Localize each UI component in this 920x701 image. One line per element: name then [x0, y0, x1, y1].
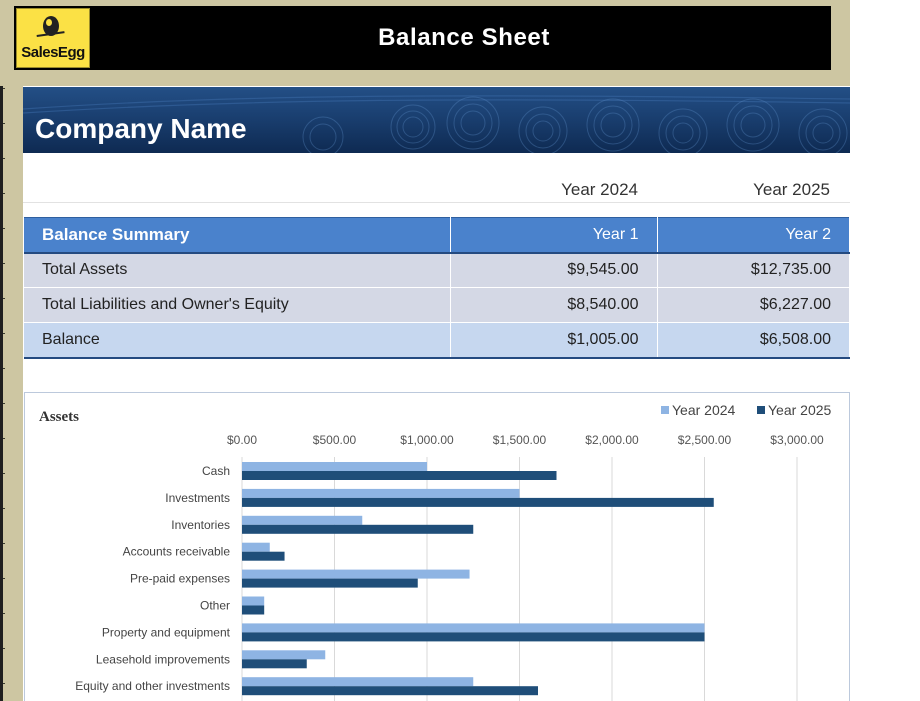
- cell-year1[interactable]: $8,540.00: [450, 287, 658, 323]
- bar: [242, 569, 470, 579]
- legend-swatch: [757, 406, 765, 414]
- bar: [242, 471, 557, 480]
- table-row-total-assets: Total Assets $9,545.00 $12,735.00: [24, 252, 850, 288]
- bar: [242, 605, 265, 615]
- bar: [242, 497, 714, 507]
- bar: [242, 515, 363, 525]
- company-banner: Company Name: [23, 87, 850, 153]
- category-label: Inventories: [171, 518, 230, 532]
- bar: [242, 524, 474, 534]
- logo-mark: [36, 31, 66, 43]
- cell-year1[interactable]: $1,005.00: [450, 322, 658, 359]
- bar: [242, 659, 307, 669]
- cell-year1[interactable]: $9,545.00: [450, 252, 658, 288]
- legend-entry: Year 2024: [672, 402, 736, 418]
- category-label: Leasehold improvements: [96, 652, 230, 666]
- cell-year2[interactable]: $12,735.00: [657, 252, 850, 288]
- page-title: Balance Sheet: [378, 24, 550, 51]
- category-label: Property and equipment: [102, 625, 231, 639]
- worksheet-left-rail: [0, 0, 23, 701]
- assets-chart-canvas: Assets $0.00 $500.00 $1,000.00 $1,500.00 $2,0…: [39, 402, 832, 701]
- balance-summary-table: Balance Summary Year 1 Year 2 Total Asse…: [24, 217, 850, 359]
- x-tick-label: $2,000.00: [585, 433, 639, 447]
- bar: [242, 578, 418, 588]
- year-header-right[interactable]: Year 2025: [650, 180, 830, 200]
- year-header-rule: [23, 202, 850, 203]
- table-row-balance: Balance $1,005.00 $6,508.00: [24, 322, 850, 359]
- bar: [242, 488, 520, 498]
- x-tick-label: $1,000.00: [400, 433, 454, 447]
- table-row-total-liabilities: Total Liabilities and Owner's Equity $8,…: [24, 287, 850, 323]
- x-tick-label: $3,000.00: [770, 433, 824, 447]
- bar: [242, 462, 427, 471]
- column-header-balance-summary[interactable]: Balance Summary: [24, 217, 451, 254]
- bar: [242, 686, 538, 696]
- row-label[interactable]: Balance: [24, 322, 451, 359]
- worksheet-edge: [0, 0, 3, 701]
- category-label: Cash: [202, 464, 230, 478]
- legend-swatch: [661, 406, 669, 414]
- table-header-row: Balance Summary Year 1 Year 2: [24, 217, 850, 254]
- salesegg-logo: SalesEgg: [16, 8, 90, 68]
- bar: [242, 677, 474, 687]
- bar: [242, 596, 265, 606]
- bar: [242, 542, 270, 552]
- legend-entry: Year 2025: [768, 402, 832, 418]
- category-label: Pre-paid expenses: [130, 572, 230, 586]
- x-tick-label: $1,500.00: [493, 433, 547, 447]
- year-header-left[interactable]: Year 2024: [458, 180, 638, 200]
- column-header-year2[interactable]: Year 2: [657, 217, 850, 254]
- company-name[interactable]: Company Name: [35, 113, 247, 145]
- category-label: Accounts receivable: [123, 545, 231, 559]
- title-bar: SalesEgg Balance Sheet: [12, 4, 833, 72]
- header-band: SalesEgg Balance Sheet: [0, 0, 850, 86]
- logo-text: SalesEgg: [21, 44, 85, 61]
- category-label: Equity and other investments: [75, 679, 230, 693]
- cell-year2[interactable]: $6,508.00: [657, 322, 850, 359]
- bar: [242, 650, 326, 660]
- assets-chart[interactable]: Assets $0.00 $500.00 $1,000.00 $1,500.00 $2,0…: [24, 392, 850, 701]
- bar: [242, 551, 285, 561]
- column-header-year1[interactable]: Year 1: [450, 217, 658, 254]
- bar: [242, 632, 705, 642]
- x-tick-label: $500.00: [313, 433, 357, 447]
- x-tick-label: $2,500.00: [678, 433, 732, 447]
- row-label[interactable]: Total Liabilities and Owner's Equity: [24, 287, 451, 323]
- category-label: Other: [200, 599, 230, 613]
- cell-year2[interactable]: $6,227.00: [657, 287, 850, 323]
- row-label[interactable]: Total Assets: [24, 252, 451, 288]
- x-tick-label: $0.00: [227, 433, 257, 447]
- bar: [242, 623, 705, 633]
- chart-title: Assets: [39, 409, 79, 425]
- category-label: Investments: [165, 491, 230, 505]
